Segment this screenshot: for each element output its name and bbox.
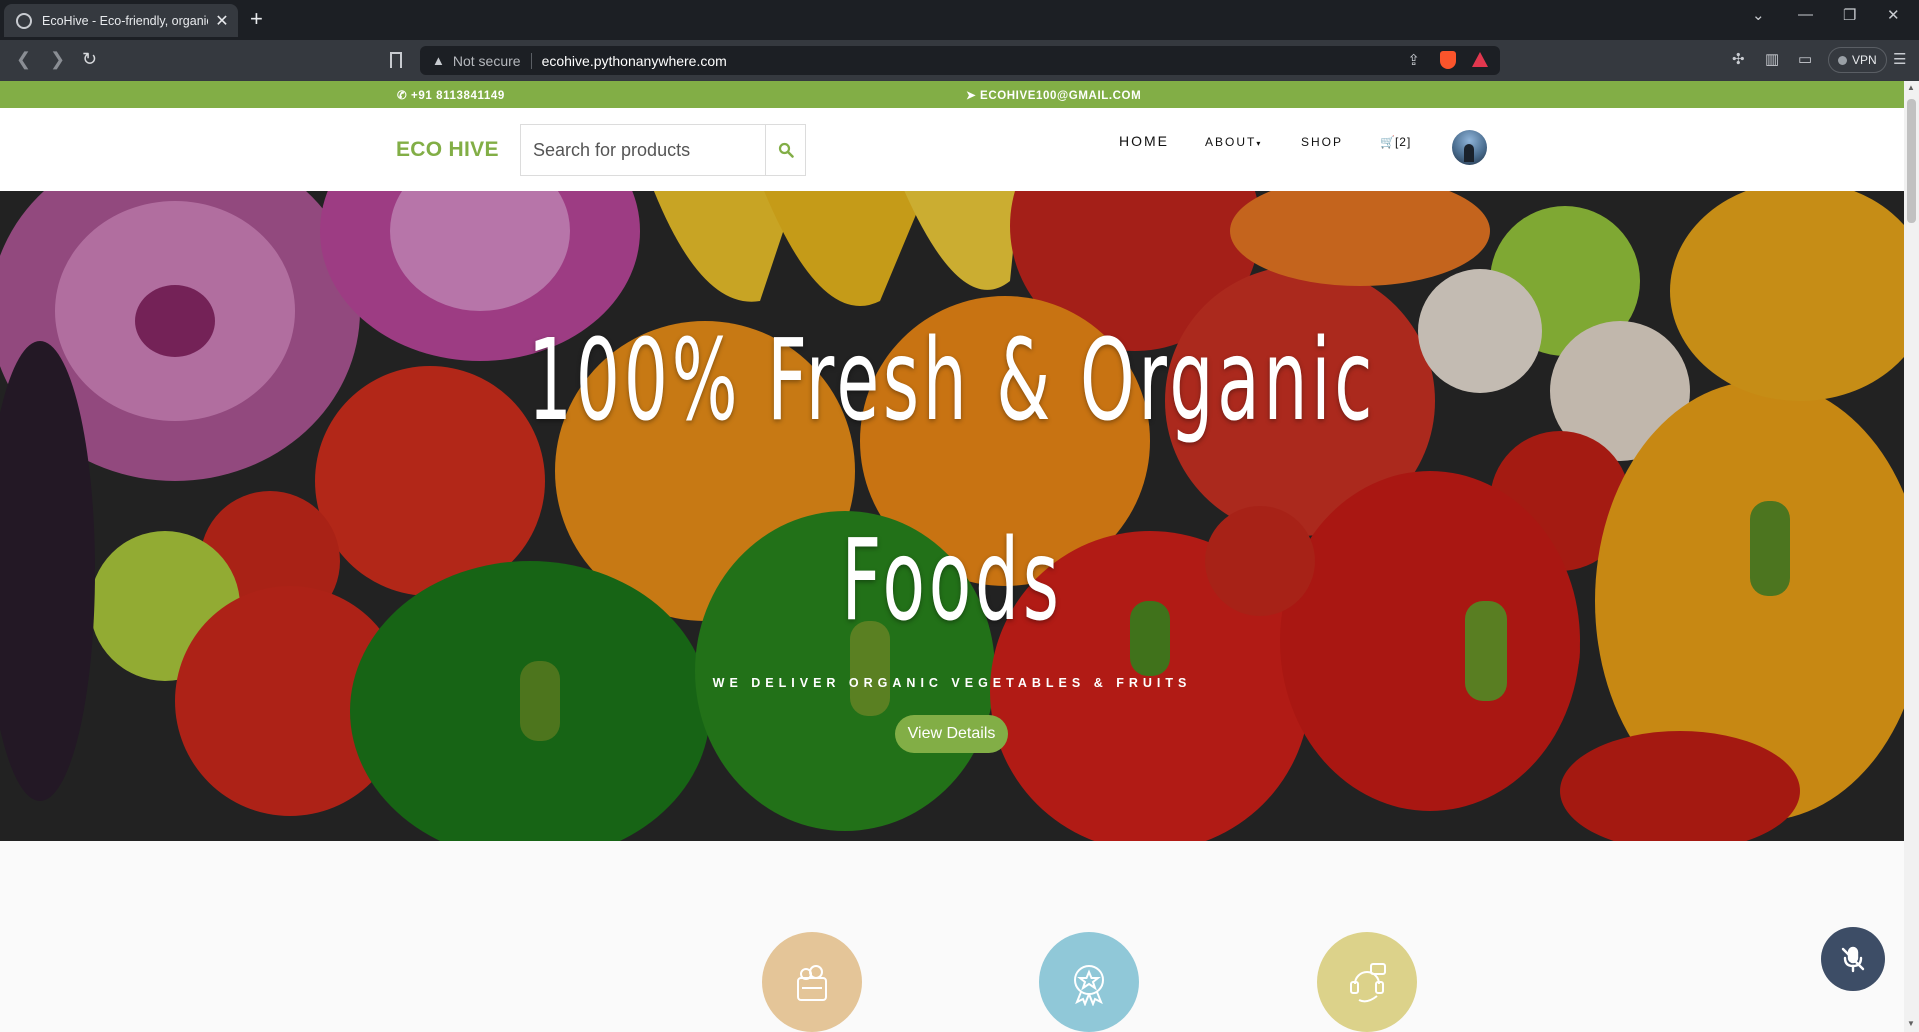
cart-count: [2] xyxy=(1394,135,1412,149)
page-scrollbar[interactable]: ▲ ▼ xyxy=(1904,81,1919,1032)
minimize-icon[interactable]: — xyxy=(1798,6,1813,23)
close-tab-icon[interactable]: ✕ xyxy=(214,11,230,31)
browser-tab-bar: EcoHive - Eco-friendly, organic ✕ + ⌄ — … xyxy=(0,0,1919,40)
paper-plane-icon: ➤ xyxy=(966,90,977,102)
search-icon xyxy=(778,142,794,158)
browser-toolbar: ❮ ❯ ↻ ▲ Not secure ecohive.pythonanywher… xyxy=(0,40,1919,81)
scrollbar-thumb[interactable] xyxy=(1907,99,1916,223)
tab-title: EcoHive - Eco-friendly, organic xyxy=(42,13,208,28)
restore-icon[interactable]: ❐ xyxy=(1843,6,1856,24)
nav-home[interactable]: HOME xyxy=(1119,133,1169,149)
tab-search-icon[interactable]: ⌄ xyxy=(1752,6,1765,24)
share-icon[interactable]: ⇪ xyxy=(1407,51,1420,69)
extensions-icon[interactable]: ✣ xyxy=(1732,50,1745,68)
feature-circle-quality xyxy=(1039,932,1139,1032)
hero-subtitle: WE DELIVER ORGANIC VEGETABLES & FRUITS xyxy=(712,676,1192,690)
reload-icon[interactable]: ↻ xyxy=(82,49,97,70)
vpn-status-icon xyxy=(1838,55,1847,65)
contact-bar: ✆ +91 8113841149 ➤ ECOHIVE100@GMAIL.COM xyxy=(0,81,1904,108)
feature-circle-delivery xyxy=(762,932,862,1032)
email-contact[interactable]: ➤ ECOHIVE100@GMAIL.COM xyxy=(966,88,1141,102)
brand-logo[interactable]: ECO HIVE xyxy=(396,138,499,162)
grocery-bag-icon xyxy=(797,965,827,1001)
nav-shop[interactable]: SHOP xyxy=(1301,135,1343,149)
globe-icon xyxy=(16,12,32,29)
vpn-button[interactable]: VPN xyxy=(1828,47,1887,73)
site-navbar: ECO HIVE HOME ABOUT▾ SHOP 🛒[2] xyxy=(0,108,1904,191)
brave-rewards-icon[interactable] xyxy=(1472,52,1488,67)
hero-title-line1: 100% Fresh & Organic xyxy=(527,316,1377,446)
search-button[interactable] xyxy=(765,125,805,175)
brave-shields-icon[interactable] xyxy=(1440,51,1456,69)
forward-icon[interactable]: ❯ xyxy=(50,49,65,70)
wallet-icon[interactable]: ▭ xyxy=(1798,50,1812,68)
warning-icon: ▲ xyxy=(432,53,445,68)
caret-down-icon: ▾ xyxy=(1256,139,1261,148)
search-form xyxy=(520,124,806,176)
page-viewport: ✆ +91 8113841149 ➤ ECOHIVE100@GMAIL.COM … xyxy=(0,81,1904,1032)
cart-icon: 🛒 xyxy=(1380,135,1395,149)
phone-number: +91 8113841149 xyxy=(411,90,505,102)
vpn-label: VPN xyxy=(1852,53,1877,67)
customer-support-icon xyxy=(1350,963,1386,1003)
email-address: ECOHIVE100@GMAIL.COM xyxy=(980,90,1142,102)
nav-about[interactable]: ABOUT▾ xyxy=(1205,135,1260,149)
bookmark-icon[interactable] xyxy=(390,52,402,68)
view-details-button[interactable]: View Details xyxy=(895,715,1008,753)
voice-search-button[interactable] xyxy=(1821,927,1885,991)
sidebar-icon[interactable]: ▥ xyxy=(1765,50,1779,68)
mic-off-icon xyxy=(1841,946,1865,973)
back-icon[interactable]: ❮ xyxy=(16,49,31,70)
scroll-down-icon[interactable]: ▼ xyxy=(1907,1019,1915,1028)
hero-title: 100% Fresh & Organic Foods xyxy=(362,281,1542,681)
scroll-up-icon[interactable]: ▲ xyxy=(1907,83,1915,92)
url-text[interactable]: ecohive.pythonanywhere.com xyxy=(542,53,727,69)
nav-about-label: ABOUT xyxy=(1205,135,1257,149)
phone-icon: ✆ xyxy=(397,90,408,102)
hero-banner: 100% Fresh & Organic Foods WE DELIVER OR… xyxy=(0,191,1904,841)
search-input[interactable] xyxy=(521,125,765,175)
hero-title-line2: Foods xyxy=(841,516,1063,646)
quality-badge-icon xyxy=(1074,965,1104,1006)
menu-icon[interactable]: ☰ xyxy=(1893,50,1906,68)
security-label[interactable]: Not secure xyxy=(453,52,532,69)
browser-tab[interactable]: EcoHive - Eco-friendly, organic ✕ xyxy=(4,4,238,37)
user-avatar[interactable] xyxy=(1452,130,1487,165)
window-close-icon[interactable]: ✕ xyxy=(1887,6,1900,24)
phone-contact[interactable]: ✆ +91 8113841149 xyxy=(397,88,505,102)
feature-circle-support xyxy=(1317,932,1417,1032)
new-tab-icon[interactable]: + xyxy=(250,8,263,30)
nav-cart[interactable]: 🛒[2] xyxy=(1380,135,1411,149)
address-bar[interactable]: ▲ Not secure ecohive.pythonanywhere.com … xyxy=(420,46,1500,75)
